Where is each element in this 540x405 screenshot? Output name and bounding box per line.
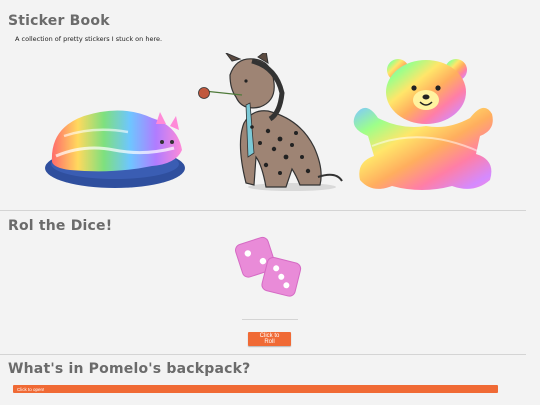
- open-backpack-button[interactable]: Click to open!: [13, 385, 498, 393]
- section-divider-2: [0, 354, 526, 355]
- dice-title: Rol the Dice!: [8, 218, 113, 234]
- section-divider: [0, 210, 526, 211]
- hyena-sticker: [198, 53, 343, 191]
- dice-image: [234, 236, 302, 297]
- sticker-book-subtitle: A collection of pretty stickers I stuck …: [15, 35, 163, 43]
- rainbow-bear-sticker: [353, 59, 493, 190]
- sticker-book-title: Sticker Book: [8, 13, 110, 29]
- roll-dice-button[interactable]: Click to Roll: [248, 332, 291, 346]
- backpack-title: What's in Pomelo's backpack?: [8, 361, 251, 377]
- dice-underline: [242, 319, 298, 320]
- rainbow-cat-sticker: [45, 110, 185, 188]
